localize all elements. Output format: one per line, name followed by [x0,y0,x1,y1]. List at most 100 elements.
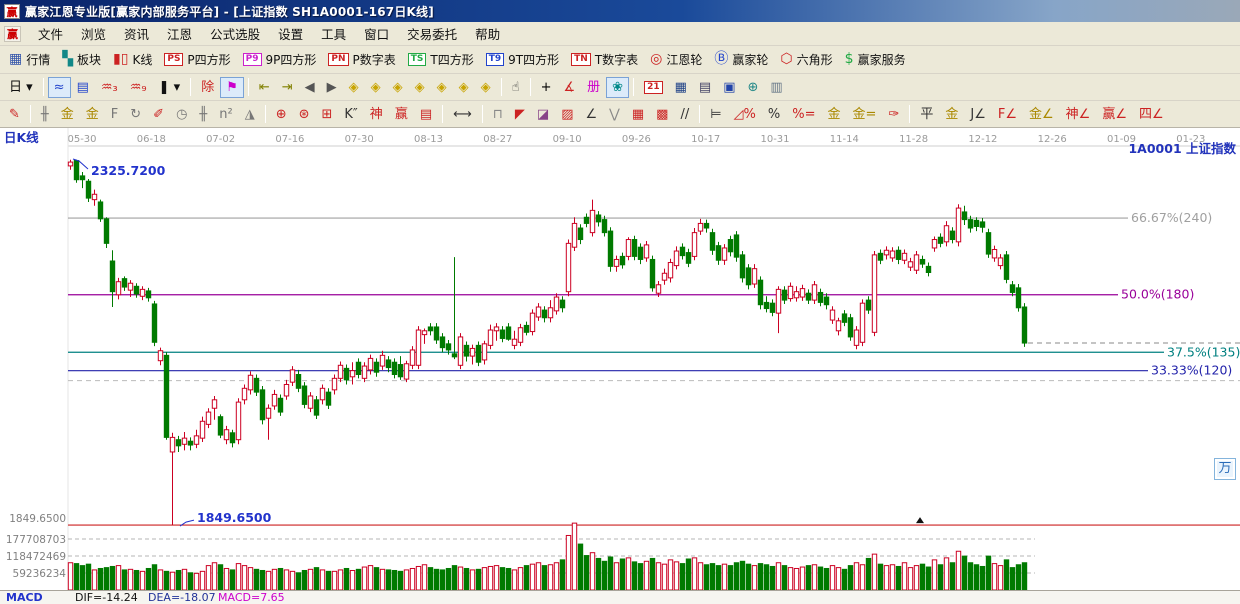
gann-scale-h-expand-icon[interactable]: ◈ [387,77,409,98]
price-grid-icon[interactable]: ╫ [193,104,213,125]
brush-icon[interactable]: ✎ [3,104,26,125]
menu-item-8[interactable]: 交易委托 [398,21,466,46]
gold-angle-icon[interactable]: 金∠ [1023,104,1060,125]
f-angle-icon[interactable]: F∠ [992,104,1023,125]
hexagon-button[interactable]: ⬡六角形 [774,48,838,71]
grid-ruler-icon[interactable]: ▩ [650,104,674,125]
remote-pc-icon[interactable]: ▥ [764,77,788,98]
zigzag-icon[interactable]: ⋁ [603,104,626,125]
info-panel-icon[interactable]: ▤ [71,77,95,98]
four-angle-icon[interactable]: 四∠ [1133,104,1170,125]
9p-square-button[interactable]: P99P四方形 [237,48,323,71]
save-icon[interactable]: ▣ [717,77,741,98]
t-square-button[interactable]: TST四方形 [402,48,480,71]
report-icon[interactable]: ▤ [693,77,717,98]
scale-compare-icon[interactable]: ⊨ [704,104,727,125]
winner-service-button[interactable]: $赢家服务 [839,48,912,71]
menu-item-7[interactable]: 窗口 [355,21,398,46]
kline-chart-canvas[interactable]: 05-3006-1807-0207-1607-3008-1308-2709-10… [0,128,1240,590]
wan-scale-button[interactable]: 万 [1214,458,1236,480]
flat-level-icon[interactable]: 平 [914,104,939,125]
ink-brush-icon[interactable]: ✑ [882,104,905,125]
menu-item-1[interactable]: 浏览 [72,21,115,46]
fan-grid-icon[interactable]: ▨ [555,104,579,125]
crosshair-tool-icon[interactable]: + [535,77,558,98]
winner-wheel-button[interactable]: Ⓑ赢家轮 [708,48,774,71]
color-chart-icon[interactable]: ⚑ [220,77,244,98]
export-web-icon[interactable]: ⊕ [742,77,765,98]
menu-item-6[interactable]: 工具 [312,21,355,46]
ruler-123-icon[interactable]: ▤ [414,104,438,125]
angle-percent-icon[interactable]: ◿% [728,104,762,125]
angle-fan-icon[interactable]: ◮ [239,104,261,125]
chart-area[interactable]: 05-3006-1807-0207-1607-3008-1308-2709-10… [0,128,1240,590]
gold-circle-icon[interactable]: 金 [822,104,847,125]
candle-style-dropdown[interactable]: ❚ ▾ [153,77,187,98]
f-grid-icon[interactable]: F [105,104,124,125]
gann-grid-icon[interactable]: ╫ [35,104,55,125]
menu-item-0[interactable]: 文件 [29,21,72,46]
width-measure-icon[interactable]: ⟷ [447,104,478,125]
smart-analysis-icon[interactable]: ❀ [606,77,629,98]
menu-item-9[interactable]: 帮助 [466,21,509,46]
calendar-icon[interactable]: 21 [638,78,669,97]
shen-grid-icon[interactable]: 神 [364,104,389,125]
angle-measure-icon[interactable]: ∡ [558,77,582,98]
period-day-dropdown[interactable]: 日 ▾ [3,77,39,98]
calculator-icon[interactable]: ▦ [669,77,693,98]
wave-3-icon[interactable]: ♒₃ [95,77,124,98]
j-angle-icon[interactable]: J∠ [964,104,992,125]
gann-book-icon[interactable]: 册 [581,77,606,98]
gann-scale-right-icon[interactable]: ◈ [365,77,387,98]
gann-scale-v-icon[interactable]: ◈ [431,77,453,98]
gann-scale-h-shrink-icon[interactable]: ◈ [409,77,431,98]
p-square-button[interactable]: PSP四方形 [158,48,236,71]
hand-tool-icon[interactable]: ☝ [506,77,526,98]
gann-wheel-button[interactable]: ◎江恩轮 [644,48,708,71]
go-prev-icon[interactable]: ◀ [299,77,321,98]
shen-angle-icon[interactable]: 神∠ [1060,104,1097,125]
gann-scale-all-icon[interactable]: ◈ [453,77,475,98]
fan-box-icon[interactable]: ◪ [531,104,555,125]
go-last-icon[interactable]: ⇥ [276,77,299,98]
win-angle-icon[interactable]: 赢∠ [1096,104,1133,125]
circle-star-icon[interactable]: ⊛ [293,104,316,125]
go-next-icon[interactable]: ▶ [321,77,343,98]
trend-line-icon[interactable]: ∠ [580,104,604,125]
square-web-icon[interactable]: ⊞ [316,104,339,125]
menu-item-4[interactable]: 公式选股 [201,21,269,46]
red-brush-icon[interactable]: ✐ [147,104,170,125]
gann-scale-center-icon[interactable]: ◈ [475,77,497,98]
circle-cross-icon[interactable]: ⊕ [270,104,293,125]
menu-item-3[interactable]: 江恩 [158,21,201,46]
go-first-icon[interactable]: ⇤ [253,77,276,98]
menu-item-5[interactable]: 设置 [269,21,312,46]
gold-flat-icon[interactable]: 金 [939,104,964,125]
quotes-button[interactable]: ▦行情 [3,48,56,71]
gold-level-icon[interactable]: 金= [847,104,883,125]
time-circle-icon[interactable]: ◷ [170,104,193,125]
percent-icon[interactable]: % [762,104,786,125]
parallel-lines-icon[interactable]: // [674,104,695,125]
pattern-line-icon[interactable]: ≈ [48,77,71,98]
spiral-icon[interactable]: ↻ [124,104,147,125]
9t-square-button[interactable]: T99T四方形 [480,48,565,71]
kline-button[interactable]: ▮▯K线 [107,48,158,71]
red-grid-icon[interactable]: ▦ [626,104,650,125]
gann-scale-left-icon[interactable]: ◈ [343,77,365,98]
ex-rights-icon[interactable]: 除 [195,77,220,98]
win-grid-icon[interactable]: 赢 [389,104,414,125]
menu-item-2[interactable]: 资讯 [115,21,158,46]
wave-9-icon[interactable]: ♒₉ [124,77,153,98]
t-square-tool-icon[interactable]: ⊓ [487,104,509,125]
n-square-icon[interactable]: n² [213,104,238,125]
fan-lines-icon[interactable]: ◤ [509,104,531,125]
gold-grid-1-icon[interactable]: 金 [55,104,80,125]
k-prime-icon[interactable]: K″ [338,104,363,125]
gold-grid-2-icon[interactable]: 金 [80,104,105,125]
percent-level-icon[interactable]: %= [786,104,821,125]
t-number-table-button[interactable]: TNT数字表 [565,48,644,71]
sectors-button[interactable]: ▚板块 [56,48,107,71]
p-number-table-button[interactable]: PNP数字表 [322,48,401,71]
svg-text:08-27: 08-27 [483,134,512,145]
